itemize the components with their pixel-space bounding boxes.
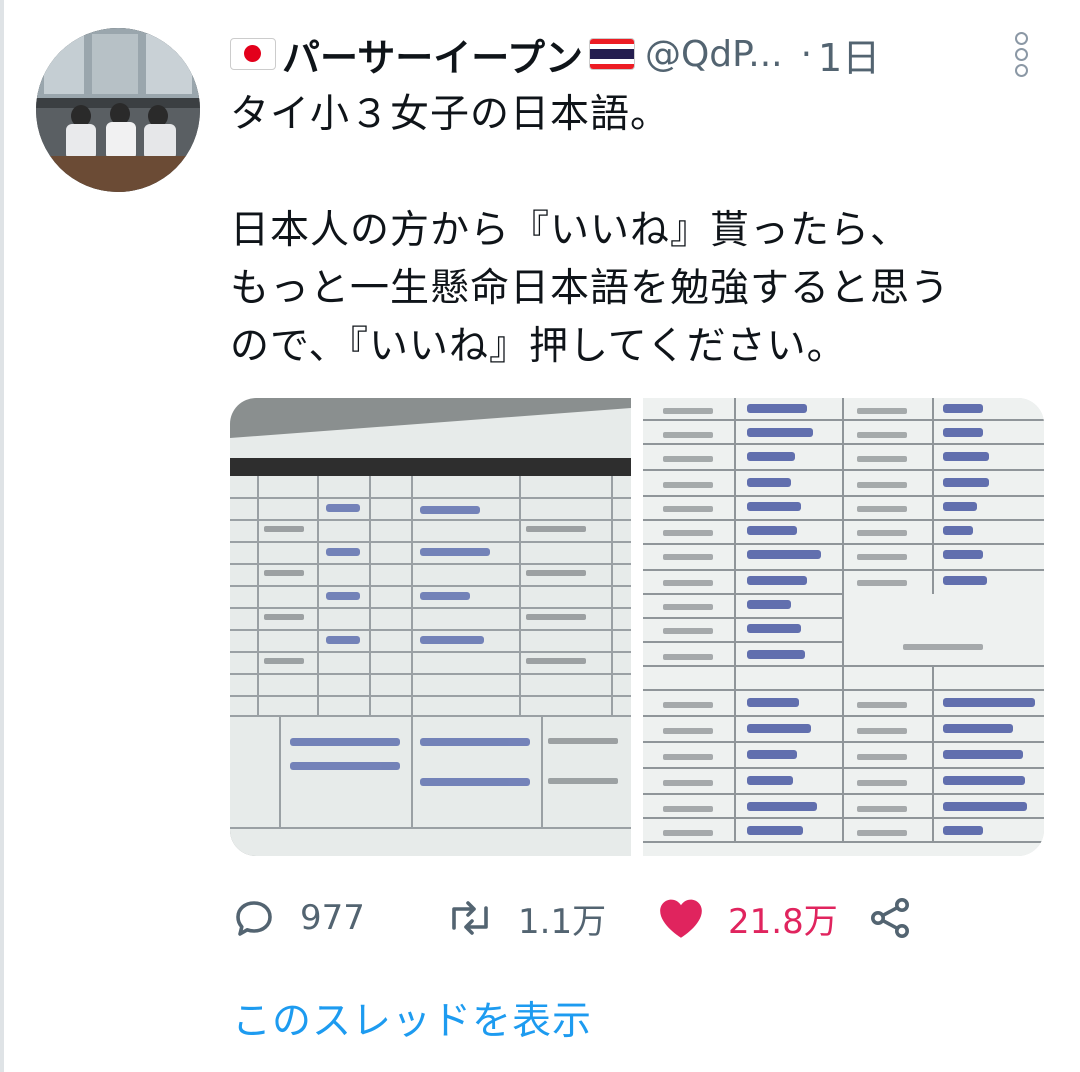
tweet-timestamp[interactable]: 1日 <box>818 27 880 82</box>
author-handle[interactable]: @QdP... <box>645 34 783 75</box>
author-display-name[interactable]: パーサーイープン <box>282 27 583 82</box>
share-icon <box>871 898 909 938</box>
like-count: 21.8万 <box>728 901 838 942</box>
retweet-button[interactable]: 1.1万 <box>444 888 606 948</box>
tweet-media <box>230 398 1044 856</box>
avatar-photo <box>36 28 200 192</box>
media-photo-worksheet-left[interactable] <box>230 398 631 856</box>
tweet-text-line: ので、『いいね』押してください。 <box>230 324 847 369</box>
timeline-left-border <box>0 0 4 1072</box>
japan-flag-icon <box>230 38 276 70</box>
tweet-text-blank-line <box>230 144 1050 202</box>
tweet-header: パーサーイープン @QdP... · 1日 <box>230 26 1050 82</box>
media-photo-worksheet-right[interactable] <box>643 398 1044 856</box>
show-thread-link[interactable]: このスレッドを表示 <box>232 990 592 1046</box>
like-button[interactable]: 21.8万 <box>656 888 838 948</box>
tweet-text-line: タイ小３女子の日本語。 <box>230 92 671 137</box>
tweet-text-line: 日本人の方から『いいね』貰ったら、 <box>230 208 911 253</box>
reply-button[interactable]: 977 <box>230 888 365 948</box>
separator-dot: · <box>800 33 813 75</box>
heart-icon <box>660 899 702 938</box>
reply-icon <box>236 901 272 936</box>
tweet-text-line: もっと一生懸命日本語を勉強すると思う <box>230 266 951 311</box>
tweet-text: タイ小３女子の日本語。 日本人の方から『いいね』貰ったら、 もっと一生懸命日本語… <box>230 86 1050 376</box>
retweet-icon <box>452 901 488 935</box>
avatar[interactable] <box>36 28 200 192</box>
reply-count: 977 <box>300 898 365 938</box>
retweet-count: 1.1万 <box>518 901 607 942</box>
tweet-actions: 977 1.1万 21.8万 <box>230 888 1050 948</box>
more-options-icon[interactable] <box>1008 30 1034 77</box>
share-button[interactable] <box>866 888 936 948</box>
thailand-flag-icon <box>588 38 635 70</box>
